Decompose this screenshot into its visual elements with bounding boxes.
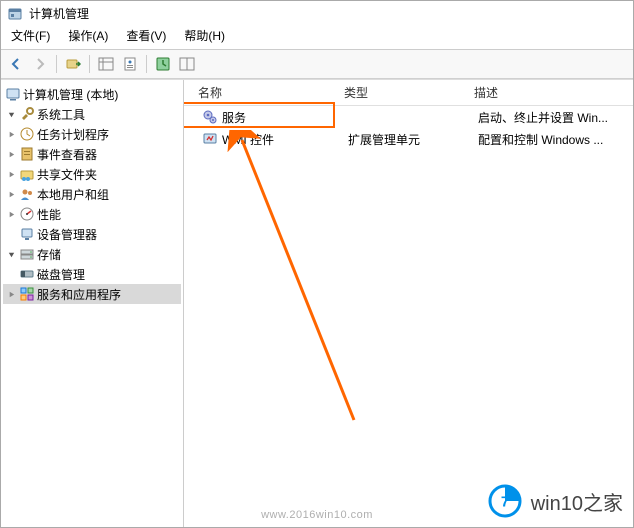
tree-system-tools[interactable]: 系统工具 [3, 104, 181, 124]
chevron-right-icon[interactable] [5, 168, 17, 180]
tree-event-viewer[interactable]: 事件查看器 [3, 144, 181, 164]
menu-help[interactable]: 帮助(H) [182, 26, 227, 45]
up-button[interactable] [62, 53, 84, 75]
refresh-button[interactable] [152, 53, 174, 75]
app-icon [7, 6, 23, 22]
tree-label: 任务计划程序 [37, 126, 109, 143]
annotation-arrow [224, 130, 364, 430]
cell-name: WMI 控件 [222, 131, 274, 148]
tree-label: 性能 [37, 206, 61, 223]
tree-root[interactable]: 计算机管理 (本地) [3, 84, 181, 104]
chevron-right-icon[interactable] [5, 288, 17, 300]
toolbar-separator [56, 55, 57, 73]
apps-icon [19, 286, 35, 302]
tree-root-label: 计算机管理 (本地) [23, 86, 118, 103]
chevron-down-icon[interactable] [5, 108, 17, 120]
chevron-right-icon[interactable] [5, 208, 17, 220]
list-header: 名称 类型 描述 [184, 80, 633, 106]
column-name[interactable]: 名称 [184, 84, 344, 101]
watermark: www.2016win10.com [1, 509, 633, 521]
toolbar [1, 50, 633, 79]
chevron-right-icon[interactable] [5, 128, 17, 140]
tree-performance[interactable]: 性能 [3, 204, 181, 224]
tree-label: 设备管理器 [37, 226, 97, 243]
tree-disk-management[interactable]: 磁盘管理 [3, 264, 181, 284]
window-title: 计算机管理 [29, 5, 89, 22]
main-area: 计算机管理 (本地) 系统工具 [1, 79, 633, 527]
list-row-wmi[interactable]: WMI 控件 扩展管理单元 配置和控制 Windows ... [184, 128, 633, 150]
chevron-right-icon[interactable] [5, 148, 17, 160]
performance-icon [19, 206, 35, 222]
cell-name: 服务 [222, 109, 246, 126]
tree-label: 服务和应用程序 [37, 286, 121, 303]
tree-services-apps[interactable]: 服务和应用程序 [3, 284, 181, 304]
tools-icon [19, 106, 35, 122]
shared-folder-icon [19, 166, 35, 182]
list-row-services[interactable]: 服务 启动、终止并设置 Win... [184, 106, 633, 128]
cell-desc: 配置和控制 Windows ... [478, 131, 603, 148]
computer-icon [5, 86, 21, 102]
column-type[interactable]: 类型 [344, 84, 474, 101]
menu-bar: 文件(F) 操作(A) 查看(V) 帮助(H) [1, 24, 633, 50]
users-icon [19, 186, 35, 202]
show-hide-tree-button[interactable] [95, 53, 117, 75]
menu-action[interactable]: 操作(A) [66, 26, 110, 45]
title-bar: 计算机管理 [1, 1, 633, 24]
forward-button[interactable] [29, 53, 51, 75]
storage-icon [19, 246, 35, 262]
tree-label: 事件查看器 [37, 146, 97, 163]
tree-device-manager[interactable]: 设备管理器 [3, 224, 181, 244]
tree-storage[interactable]: 存储 [3, 244, 181, 264]
cell-desc: 启动、终止并设置 Win... [478, 109, 608, 126]
clock-icon [19, 126, 35, 142]
tree-pane: 计算机管理 (本地) 系统工具 [1, 80, 184, 527]
tree-shared-folders[interactable]: 共享文件夹 [3, 164, 181, 184]
back-button[interactable] [5, 53, 27, 75]
device-icon [19, 226, 35, 242]
toolbar-separator [146, 55, 147, 73]
toolbar-separator [89, 55, 90, 73]
tree-label: 本地用户和组 [37, 186, 109, 203]
tree-task-scheduler[interactable]: 任务计划程序 [3, 124, 181, 144]
console-tree[interactable]: 计算机管理 (本地) 系统工具 [3, 84, 181, 304]
menu-file[interactable]: 文件(F) [9, 26, 52, 45]
tree-local-users[interactable]: 本地用户和组 [3, 184, 181, 204]
list-pane: 名称 类型 描述 服务 启动、终止并设置 Win... WMI 控件 扩展管理单… [184, 80, 633, 527]
properties-button[interactable] [119, 53, 141, 75]
tree-label: 系统工具 [37, 106, 85, 123]
svg-text:7: 7 [501, 493, 509, 510]
chevron-down-icon[interactable] [5, 248, 17, 260]
disk-icon [19, 266, 35, 282]
tree-label: 存储 [37, 246, 61, 263]
tree-label: 共享文件夹 [37, 166, 97, 183]
menu-view[interactable]: 查看(V) [124, 26, 168, 45]
column-desc[interactable]: 描述 [474, 84, 633, 101]
cell-type: 扩展管理单元 [348, 131, 420, 148]
tree-label: 磁盘管理 [37, 266, 85, 283]
event-icon [19, 146, 35, 162]
wmi-icon [202, 131, 218, 147]
chevron-right-icon[interactable] [5, 188, 17, 200]
help-button[interactable] [176, 53, 198, 75]
gear-icon [202, 109, 218, 125]
